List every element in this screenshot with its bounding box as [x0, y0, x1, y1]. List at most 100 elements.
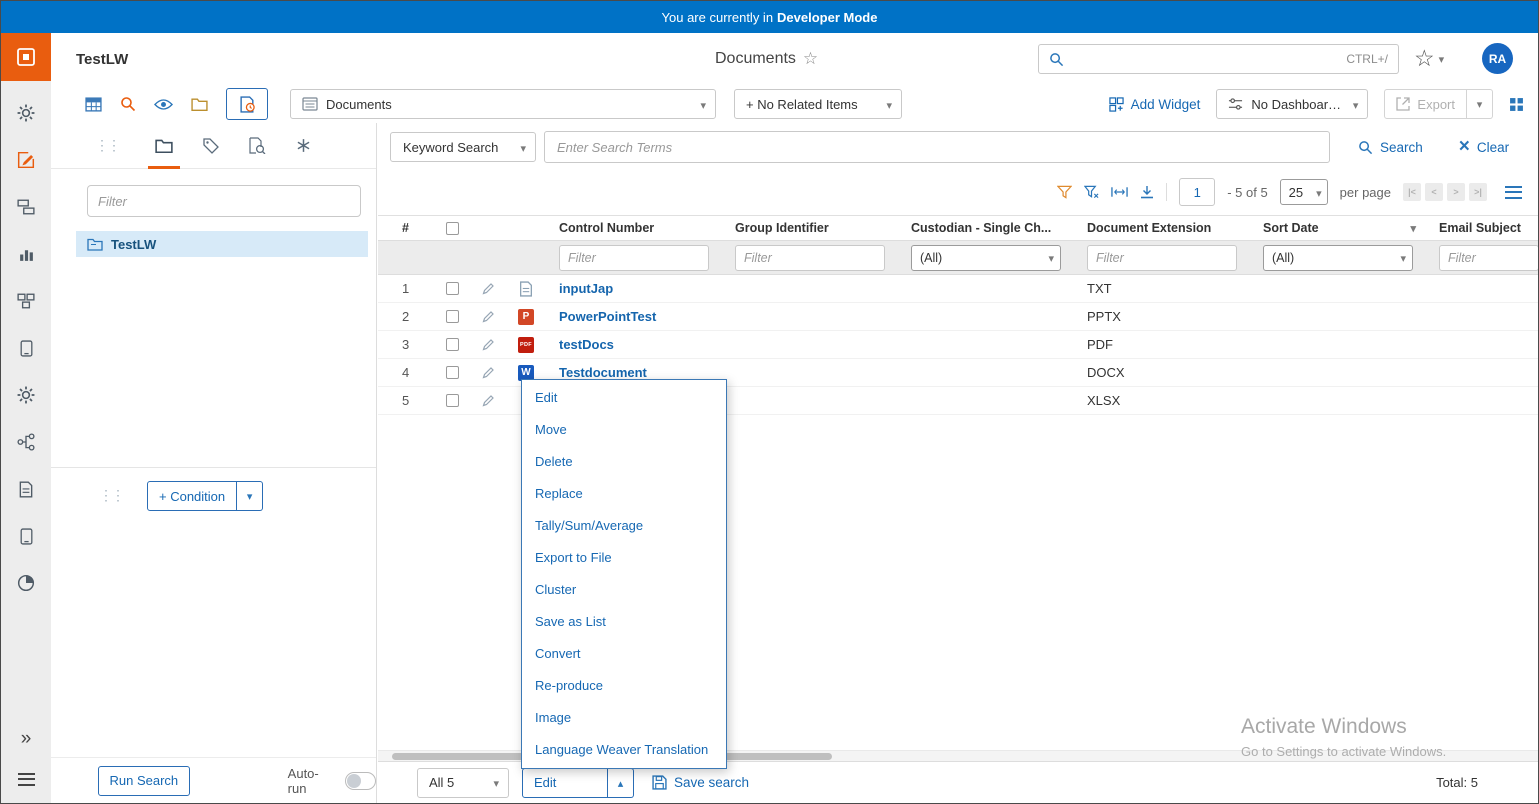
- select-all-checkbox[interactable]: [446, 222, 459, 235]
- fit-column-width-button[interactable]: [1111, 186, 1128, 198]
- preview-button[interactable]: [154, 98, 173, 111]
- email-subject-filter-input[interactable]: [1439, 245, 1538, 271]
- rail-mobile-button[interactable]: [15, 526, 37, 546]
- row-checkbox[interactable]: [446, 282, 459, 295]
- add-widget-button[interactable]: Add Widget: [1109, 97, 1201, 112]
- search-terms-input[interactable]: [544, 131, 1330, 163]
- row-checkbox[interactable]: [446, 366, 459, 379]
- rail-admin-settings-button[interactable]: [15, 385, 37, 405]
- layout-grid-button[interactable]: [1509, 97, 1524, 112]
- search-mode-dropdown[interactable]: Keyword Search: [390, 132, 536, 162]
- edit-row-button[interactable]: [470, 282, 506, 295]
- tab-folders[interactable]: [151, 123, 177, 169]
- mass-action-dropdown[interactable]: Edit: [522, 768, 608, 798]
- table-row[interactable]: 3 PDF testDocs PDF: [378, 331, 1538, 359]
- rail-workspaces-button[interactable]: [15, 197, 37, 217]
- clear-button[interactable]: Clear: [1459, 140, 1509, 155]
- menu-item-language-weaver-translation[interactable]: Language Weaver Translation: [522, 734, 726, 766]
- menu-item-tally-sum-average[interactable]: Tally/Sum/Average: [522, 510, 726, 542]
- row-checkbox[interactable]: [446, 394, 459, 407]
- menu-item-edit[interactable]: Edit: [522, 382, 726, 414]
- first-page-button[interactable]: [1403, 183, 1421, 201]
- menu-item-move[interactable]: Move: [522, 414, 726, 446]
- menu-item-image[interactable]: Image: [522, 702, 726, 734]
- condition-chevron-button[interactable]: [237, 481, 263, 511]
- rail-menu-button[interactable]: [15, 769, 37, 789]
- column-header-sort-date[interactable]: Sort Date: [1250, 221, 1426, 235]
- last-page-button[interactable]: [1469, 183, 1487, 201]
- favorites-star-icon[interactable]: [1414, 45, 1435, 72]
- rail-documents-button[interactable]: [15, 479, 37, 499]
- row-checkbox[interactable]: [446, 310, 459, 323]
- grid-menu-button[interactable]: [1505, 186, 1522, 199]
- menu-item-delete[interactable]: Delete: [522, 446, 726, 478]
- rail-collections-button[interactable]: [15, 291, 37, 311]
- column-header-document-extension[interactable]: Document Extension: [1074, 221, 1250, 235]
- menu-item-save-as-list[interactable]: Save as List: [522, 606, 726, 638]
- folder-item-testlw[interactable]: TestLW: [76, 231, 368, 257]
- dashboard-dropdown[interactable]: No Dashboard S...: [1216, 89, 1368, 119]
- export-grid-button[interactable]: [1140, 185, 1154, 199]
- control-number-filter-input[interactable]: [559, 245, 709, 271]
- panel-drag-handle[interactable]: [95, 137, 119, 155]
- save-search-button[interactable]: Save search: [652, 775, 749, 790]
- tab-clusters[interactable]: [292, 123, 315, 169]
- favorite-page-star-icon[interactable]: [803, 49, 818, 69]
- rail-integrations-button[interactable]: [15, 432, 37, 452]
- edit-row-button[interactable]: [470, 394, 506, 407]
- column-menu-chevron-icon[interactable]: [1410, 221, 1416, 235]
- clear-filters-button[interactable]: [1084, 185, 1099, 199]
- folder-filter-input[interactable]: [87, 185, 361, 217]
- menu-item-convert[interactable]: Convert: [522, 638, 726, 670]
- document-link[interactable]: inputJap: [559, 281, 613, 296]
- column-header-control-number[interactable]: Control Number: [546, 221, 722, 235]
- edit-row-button[interactable]: [470, 338, 506, 351]
- group-identifier-filter-input[interactable]: [735, 245, 885, 271]
- rail-settings-button[interactable]: [15, 103, 37, 123]
- add-condition-button[interactable]: + Condition: [147, 481, 237, 511]
- page-number-input[interactable]: [1179, 178, 1215, 206]
- export-button[interactable]: Export: [1384, 89, 1467, 119]
- menu-item-re-produce[interactable]: Re-produce: [522, 670, 726, 702]
- export-chevron-button[interactable]: [1467, 89, 1493, 119]
- tab-field-tree[interactable]: [199, 123, 223, 169]
- table-row[interactable]: 1 inputJap TXT: [378, 275, 1538, 303]
- menu-item-export-to-file[interactable]: Export to File: [522, 542, 726, 574]
- edit-row-button[interactable]: [470, 366, 506, 379]
- menu-item-replace[interactable]: Replace: [522, 478, 726, 510]
- custodian-filter-select[interactable]: (All): [911, 245, 1061, 271]
- per-page-select[interactable]: 25: [1280, 179, 1328, 205]
- table-row[interactable]: 2 P PowerPointTest PPTX: [378, 303, 1538, 331]
- user-avatar[interactable]: RA: [1482, 43, 1513, 74]
- previous-page-button[interactable]: [1425, 183, 1443, 201]
- edit-row-button[interactable]: [470, 310, 506, 323]
- favorites-chevron-icon[interactable]: [1439, 50, 1445, 68]
- rail-edit-notes-button[interactable]: [15, 150, 37, 170]
- sort-date-filter-select[interactable]: (All): [1263, 245, 1413, 271]
- document-link[interactable]: PowerPointTest: [559, 309, 656, 324]
- run-search-button[interactable]: Run Search: [98, 766, 190, 796]
- mass-action-chevron-button[interactable]: [608, 768, 634, 798]
- column-header-email-subject[interactable]: Email Subject: [1426, 221, 1538, 235]
- grid-view-button[interactable]: [85, 97, 102, 112]
- global-search-box[interactable]: CTRL+/: [1038, 44, 1399, 74]
- global-search-input[interactable]: [1072, 52, 1338, 67]
- document-link[interactable]: Testdocument: [559, 365, 647, 380]
- rail-analytics-button[interactable]: [15, 244, 37, 264]
- row-checkbox[interactable]: [446, 338, 459, 351]
- next-page-button[interactable]: [1447, 183, 1465, 201]
- document-extension-filter-input[interactable]: [1087, 245, 1237, 271]
- condition-drag-handle[interactable]: [99, 487, 123, 505]
- collapse-rail-button[interactable]: [15, 729, 37, 749]
- column-header-custodian[interactable]: Custodian - Single Ch...: [898, 221, 1074, 235]
- auto-run-toggle[interactable]: [345, 772, 376, 790]
- recent-documents-button[interactable]: [226, 88, 268, 120]
- folders-button[interactable]: [191, 97, 208, 111]
- related-items-dropdown[interactable]: + No Related Items: [734, 89, 902, 119]
- column-header-num[interactable]: #: [378, 221, 434, 235]
- document-link[interactable]: testDocs: [559, 337, 614, 352]
- search-panel-button[interactable]: [120, 96, 136, 112]
- tab-saved-searches[interactable]: [245, 123, 270, 169]
- rail-reports-button[interactable]: [15, 573, 37, 593]
- search-button[interactable]: Search: [1358, 140, 1423, 155]
